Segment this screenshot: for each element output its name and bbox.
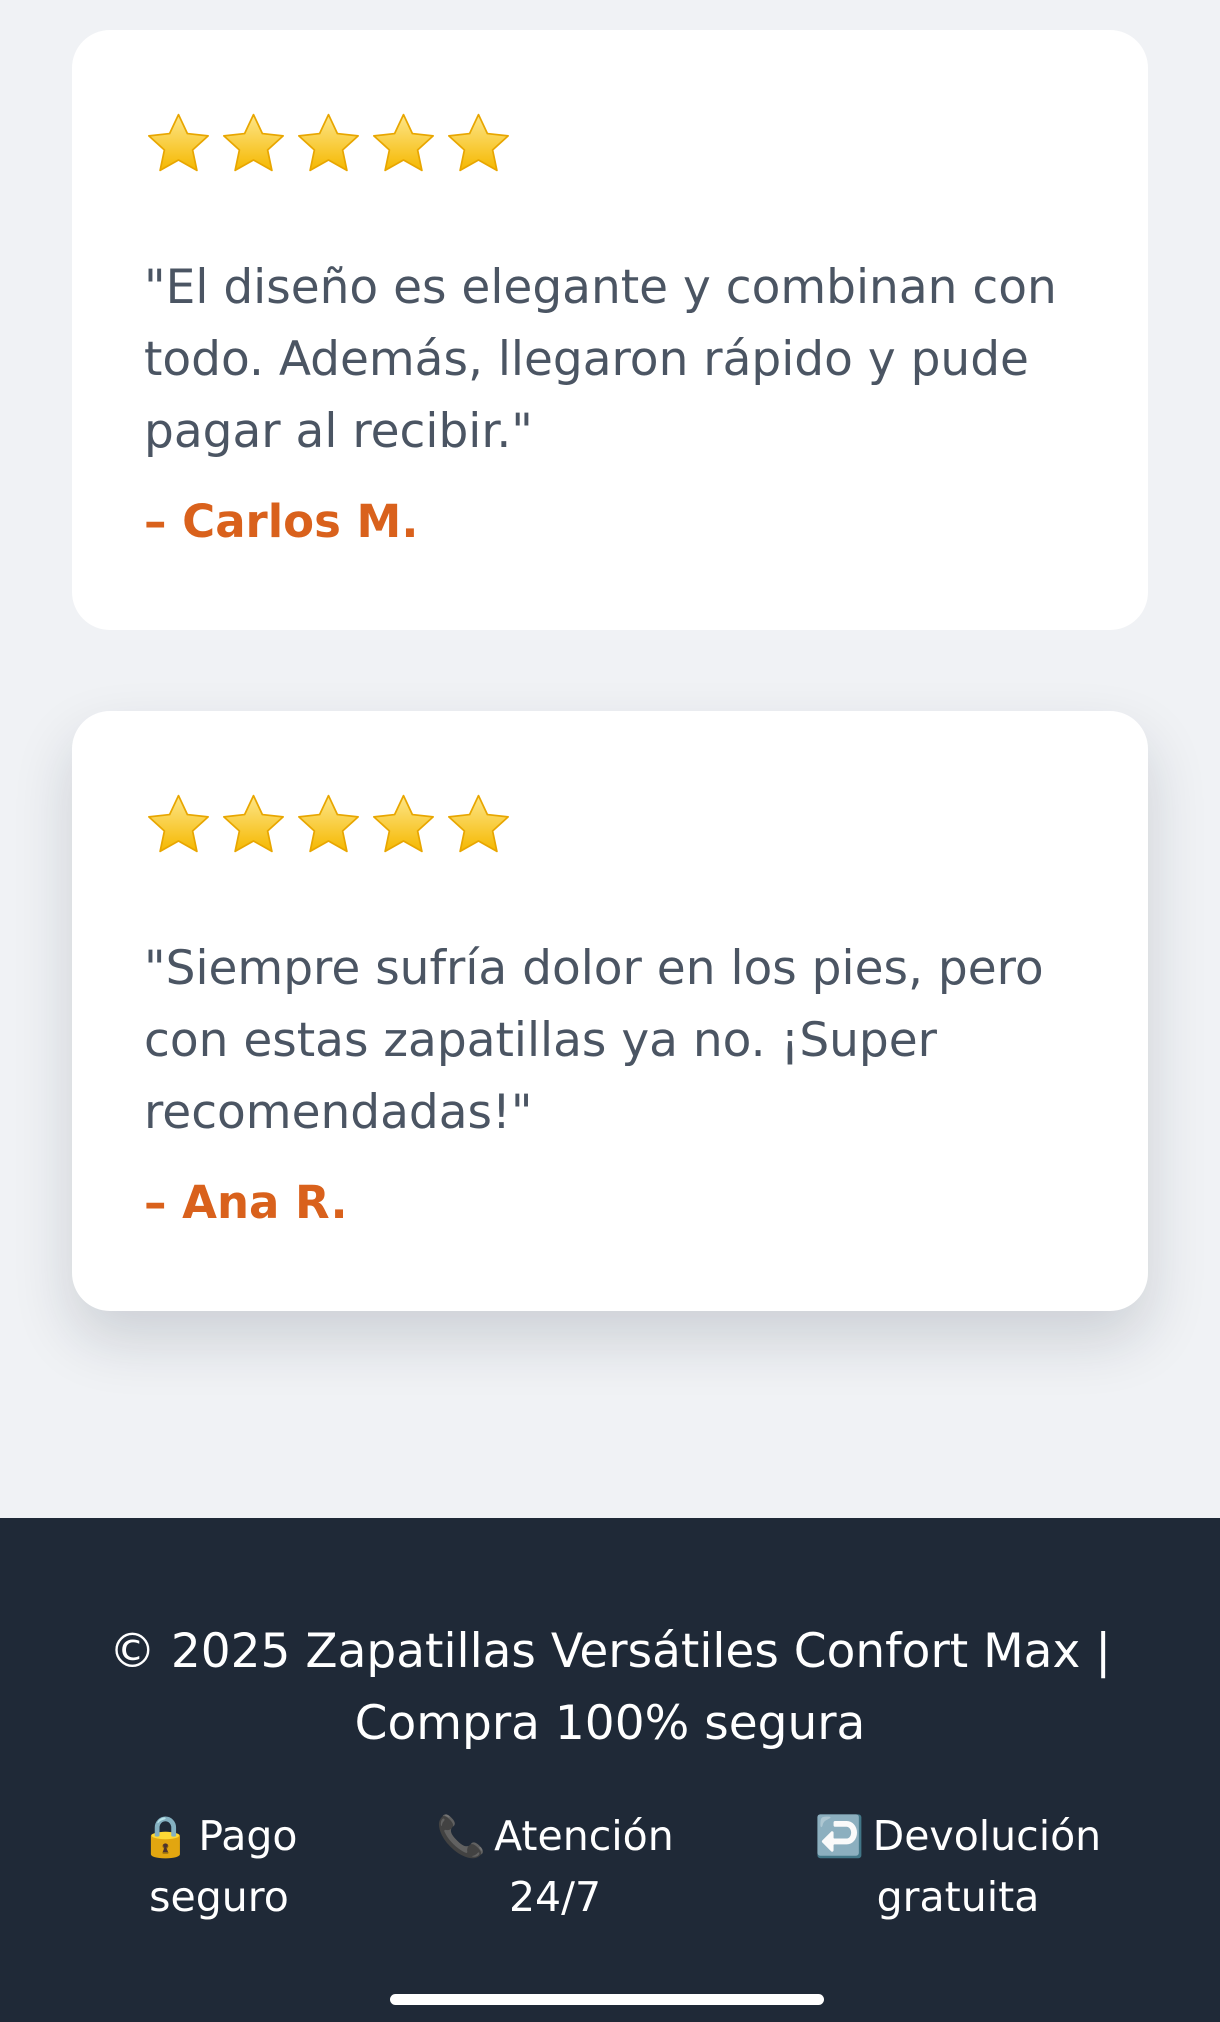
reviews-section: "El diseño es elegante y combinan con to…	[0, 0, 1220, 1518]
review-card: "El diseño es elegante y combinan con to…	[72, 30, 1148, 630]
return-arrow-icon: ↩️	[814, 1814, 865, 1860]
footer-features: 🔒 Pago seguro 📞 Atención 24/7 ↩️ Devolución…	[0, 1806, 1220, 1936]
star-icon	[298, 794, 359, 853]
star-icon	[298, 113, 359, 172]
footer-copyright: © 2025 Zapatillas Versátiles Confort Max…	[108, 1624, 1112, 1751]
review-quote: "El diseño es elegante y combinan con to…	[144, 260, 1057, 459]
star-icon	[373, 113, 434, 172]
star-icon	[448, 113, 509, 172]
feature-free-returns: ↩️ Devolución gratuita	[808, 1806, 1108, 1927]
star-icon	[223, 113, 284, 172]
feature-support: 📞 Atención 24/7	[430, 1806, 680, 1927]
star-icon	[448, 794, 509, 853]
review-quote: "Siempre sufría dolor en los pies, pero …	[144, 941, 1044, 1140]
feature-label: Atención 24/7	[494, 1812, 674, 1921]
lock-icon: 🔒	[140, 1814, 191, 1860]
home-indicator[interactable]	[390, 1994, 824, 2005]
star-icon	[148, 113, 209, 172]
star-rating	[144, 791, 513, 860]
star-rating	[144, 110, 513, 179]
star-icon	[373, 794, 434, 853]
site-footer: © 2025 Zapatillas Versátiles Confort Max…	[0, 1518, 1220, 2022]
star-icon	[148, 794, 209, 853]
feature-label: Devolución gratuita	[872, 1812, 1102, 1921]
review-card: "Siempre sufría dolor en los pies, pero …	[72, 711, 1148, 1311]
feature-secure-payment: 🔒 Pago seguro	[124, 1806, 314, 1927]
review-author: – Ana R.	[144, 1176, 348, 1229]
review-author: – Carlos M.	[144, 495, 419, 548]
phone-icon: 📞	[436, 1814, 487, 1860]
star-icon	[223, 794, 284, 853]
